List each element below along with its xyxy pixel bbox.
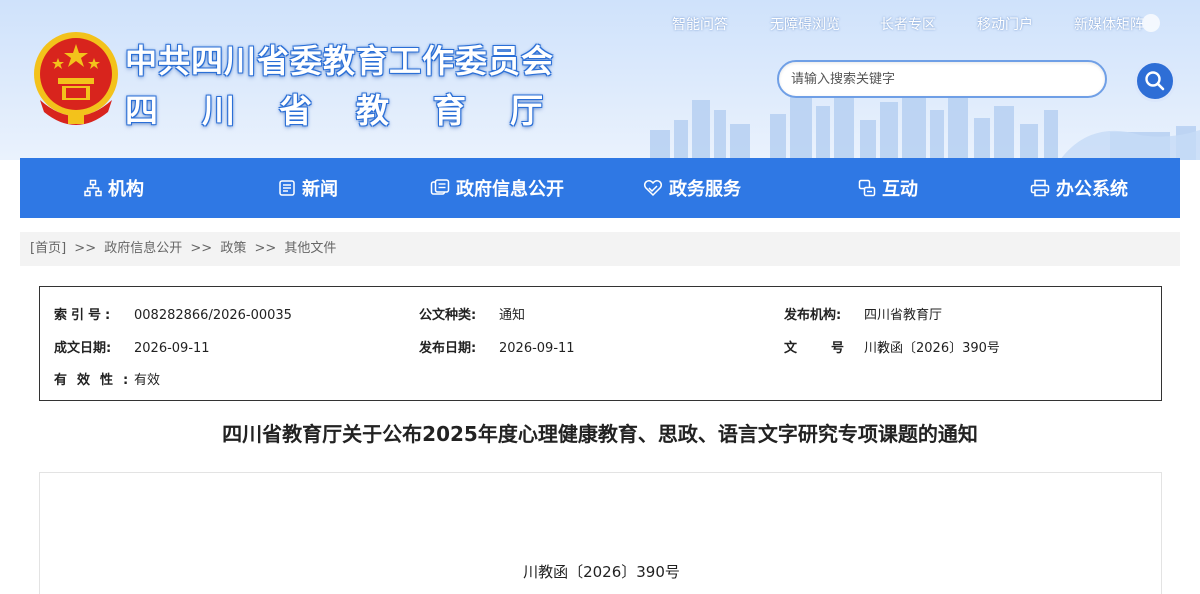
breadcrumb-home[interactable]: [首页]: [30, 241, 66, 256]
meta-validity-label: 有效性:: [54, 373, 139, 388]
breadcrumb-policy[interactable]: 政策: [220, 241, 246, 256]
site-header: 中共四川省委教育工作委员会 四川省教育厅 智能问答 无障碍浏览 长者专区 移动门…: [0, 0, 1200, 160]
meta-published: 发布日期: 2026-09-11: [419, 337, 575, 356]
meta-created-value: 2026-09-11: [134, 341, 210, 356]
meta-publisher-value: 四川省教育厅: [864, 308, 943, 323]
document-title: 四川省教育厅关于公布2025年度心理健康教育、思政、语言文字研究专项课题的通知: [222, 422, 978, 446]
nav-item-office[interactable]: 办公系统: [1030, 158, 1128, 218]
meta-validity: 有效性:有效: [54, 369, 160, 388]
breadcrumb-separator: >>: [74, 241, 97, 256]
breadcrumb-separator: >>: [254, 241, 277, 256]
org-icon: [84, 179, 102, 197]
service-icon: [643, 180, 663, 197]
meta-published-value: 2026-09-11: [499, 341, 575, 356]
nav-label-interact: 互动: [882, 179, 918, 200]
nav-label-office: 办公系统: [1056, 179, 1128, 200]
meta-docno-value: 川教函〔2026〕390号: [864, 341, 1000, 356]
info-open-icon: [430, 179, 450, 195]
nav-item-service[interactable]: 政务服务: [643, 158, 741, 218]
new-media-icon[interactable]: [1142, 14, 1160, 32]
national-emblem-icon: [34, 32, 118, 125]
nav-item-org[interactable]: 机构: [84, 158, 144, 218]
news-icon: [279, 180, 295, 196]
meta-publisher-label: 发布机构:: [784, 308, 842, 323]
search-button[interactable]: [1134, 60, 1176, 102]
site-title-line1: 中共四川省委教育工作委员会: [125, 42, 555, 80]
breadcrumb-other-files[interactable]: 其他文件: [284, 241, 336, 256]
document-meta-table: 索引号: 008282866/2026-00035 公文种类: 通知 发布机构: 四川…: [39, 286, 1162, 401]
site-title-line2: 四川省教育厅: [125, 91, 587, 130]
meta-created: 成文日期: 2026-09-11: [54, 337, 210, 356]
meta-index-value: 008282866/2026-00035: [134, 308, 292, 323]
breadcrumb: [首页] >> 政府信息公开 >> 政策 >> 其他文件: [20, 232, 1180, 266]
meta-validity-value: 有效: [134, 373, 161, 388]
nav-item-news[interactable]: 新闻: [278, 158, 338, 218]
nav-label-service: 政务服务: [669, 179, 741, 200]
top-link-accessibility[interactable]: 无障碍浏览: [770, 14, 840, 34]
meta-type-value: 通知: [499, 308, 526, 323]
nav-label-news: 新闻: [302, 179, 338, 200]
meta-type-label: 公文种类:: [419, 308, 477, 323]
nav-label-org: 机构: [108, 179, 144, 200]
meta-docno: 文号:川教函〔2026〕390号: [784, 337, 1000, 356]
main-nav: 机构 新闻 政府信息公开 政务服务 互动 办公系统: [20, 158, 1180, 218]
printer-icon: [1030, 179, 1050, 197]
meta-index-label: 索引号:: [54, 308, 115, 323]
top-link-elderly[interactable]: 长者专区: [880, 14, 936, 34]
meta-published-label: 发布日期:: [419, 341, 477, 356]
search-icon: [1145, 71, 1165, 91]
top-link-new-media[interactable]: 新媒体矩阵: [1074, 14, 1144, 34]
meta-docno-label: 文号:: [784, 341, 918, 356]
interact-icon: [858, 179, 876, 197]
nav-label-info-open: 政府信息公开: [456, 179, 564, 200]
document-body: 川教函〔2026〕390号: [39, 472, 1162, 594]
top-link-mobile[interactable]: 移动门户: [977, 14, 1033, 34]
search-input[interactable]: [779, 62, 1105, 96]
breadcrumb-info-open[interactable]: 政府信息公开: [104, 241, 182, 256]
meta-publisher: 发布机构: 四川省教育厅: [784, 304, 942, 323]
search-box: [777, 60, 1107, 98]
nav-item-info-open[interactable]: 政府信息公开: [430, 158, 564, 218]
meta-index: 索引号: 008282866/2026-00035: [54, 304, 292, 323]
meta-type: 公文种类: 通知: [419, 304, 525, 323]
document-number: 川教函〔2026〕390号: [523, 563, 680, 581]
top-link-smart-qa[interactable]: 智能问答: [672, 14, 728, 34]
breadcrumb-separator: >>: [190, 241, 213, 256]
meta-created-label: 成文日期:: [54, 341, 112, 356]
nav-item-interact[interactable]: 互动: [858, 158, 918, 218]
